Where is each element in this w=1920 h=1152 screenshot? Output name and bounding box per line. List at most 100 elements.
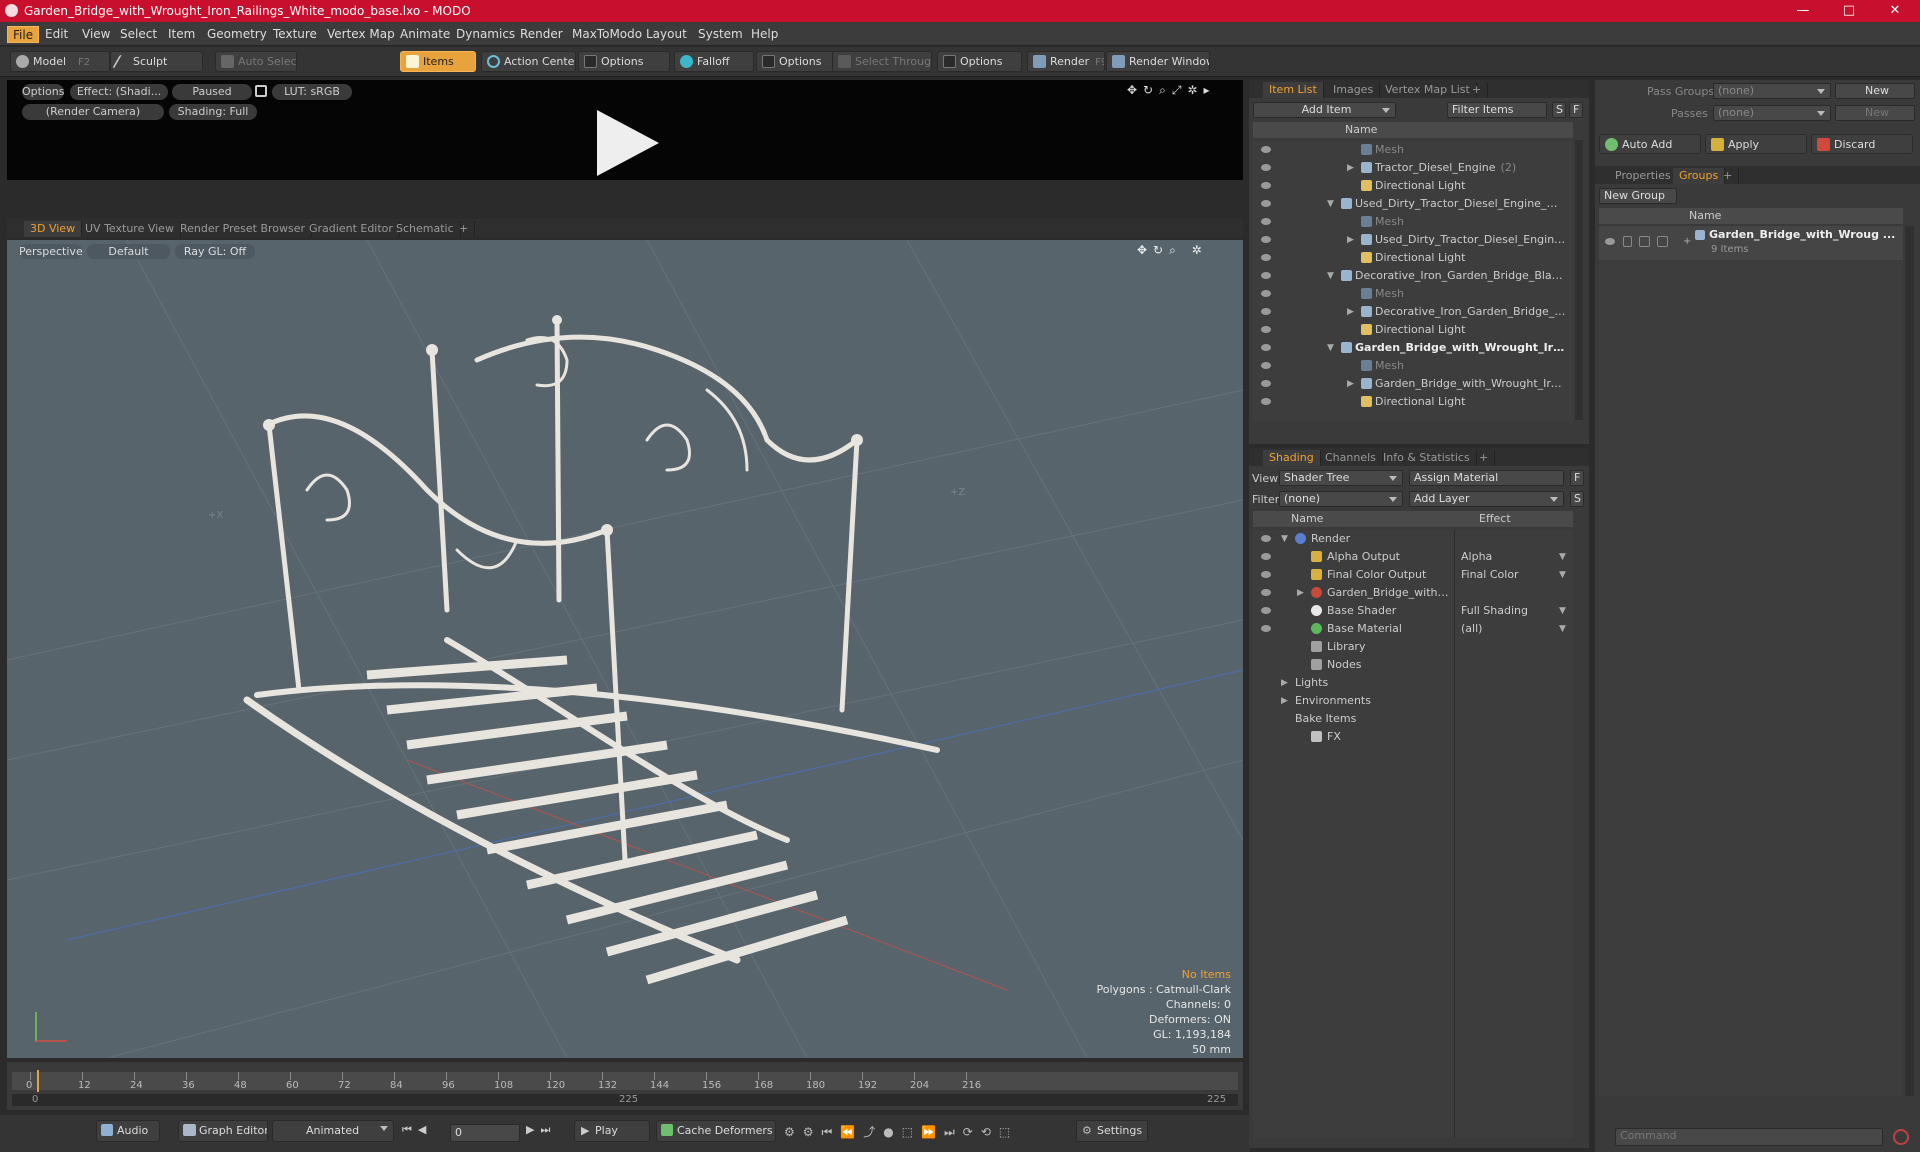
render-button[interactable]: RenderF9 <box>1027 51 1105 72</box>
groups-scrollbar[interactable] <box>1905 226 1914 1096</box>
collapse-arrow-icon[interactable]: ▼ <box>1327 195 1334 213</box>
animated-dropdown[interactable]: Animated <box>272 1120 394 1142</box>
expand-arrow-icon[interactable]: ▶ <box>1297 584 1304 602</box>
item-list-row[interactable]: ▶ Tractor_Diesel_Engine (2) <box>1253 159 1573 177</box>
shading-filter-dropdown[interactable]: (none) <box>1279 491 1403 507</box>
command-input[interactable]: Command <box>1615 1128 1883 1146</box>
shader-tree-row[interactable]: Base Shader Full Shading ▼ <box>1253 602 1573 620</box>
filter-items-input[interactable]: Filter Items <box>1447 102 1547 118</box>
sculpt-mode-button[interactable]: Sculpt <box>110 51 203 72</box>
select-through-button[interactable]: Select Through <box>832 51 932 72</box>
effect-dropdown[interactable]: Alpha <box>1461 548 1557 566</box>
eye-icon[interactable] <box>1261 146 1271 153</box>
render-toggle-icon[interactable] <box>1623 236 1632 247</box>
effect-dropdown[interactable]: (all) <box>1461 620 1557 638</box>
command-record-icon[interactable] <box>1893 1129 1909 1145</box>
shader-tree-row[interactable]: ▼ Render <box>1253 530 1573 548</box>
group-row[interactable]: + Garden_Bridge_with_Wroug ... 9 Items <box>1599 226 1903 260</box>
dropdown-arrow-icon[interactable]: ▼ <box>1559 548 1566 566</box>
add-shading-tab-button[interactable]: + <box>1473 450 1496 466</box>
eye-icon[interactable] <box>1261 200 1271 207</box>
tab-uv-texture-view[interactable]: UV Texture View <box>79 221 181 237</box>
eye-icon[interactable] <box>1261 254 1271 261</box>
passes-dropdown[interactable]: (none) <box>1713 105 1831 121</box>
menu-animate[interactable]: Animate <box>395 26 455 43</box>
menu-file[interactable]: File <box>7 26 40 43</box>
item-list-row[interactable]: Directional Light <box>1253 249 1573 267</box>
add-layer-dropdown[interactable]: Add Layer <box>1409 491 1564 507</box>
menu-view[interactable]: View <box>77 26 115 43</box>
menu-geometry[interactable]: Geometry <box>202 26 272 43</box>
shader-tree-row[interactable]: ▶ Garden_Bridge_with_Wrou... <box>1253 584 1573 602</box>
render-window-button[interactable]: Render Window <box>1106 51 1210 72</box>
eye-icon[interactable] <box>1261 398 1271 405</box>
expand-arrow-icon[interactable]: ▶ <box>1347 375 1354 393</box>
eye-icon[interactable] <box>1261 589 1271 596</box>
menu-edit[interactable]: Edit <box>40 26 73 43</box>
action-center-options-button[interactable]: Options <box>578 51 670 72</box>
tab-vertex-map-list[interactable]: Vertex Map List <box>1379 82 1477 98</box>
preview-effect-dropdown[interactable]: Effect: (Shadi... <box>70 84 168 100</box>
collapse-arrow-icon[interactable]: ▼ <box>1281 530 1288 548</box>
shading-f-button[interactable]: F <box>1570 470 1584 486</box>
cache-deformers-button[interactable]: Cache Deformers <box>656 1120 776 1142</box>
effect-dropdown[interactable]: Final Color <box>1461 566 1557 584</box>
expand-arrow-icon[interactable]: ▶ <box>1347 159 1354 177</box>
add-panel-tab-button[interactable]: + <box>1466 82 1489 98</box>
tab-shading[interactable]: Shading <box>1263 450 1321 466</box>
item-list-row[interactable]: ▶ Decorative_Iron_Garden_Bridge_Blac ... <box>1253 303 1573 321</box>
shader-tree-row[interactable]: ▶ Environments <box>1253 692 1573 710</box>
shader-tree-row[interactable]: Bake Items <box>1253 710 1573 728</box>
menu-maxtomodo[interactable]: MaxToModo <box>567 26 647 43</box>
settings-button[interactable]: ⚙ Settings <box>1076 1120 1148 1142</box>
item-list-row[interactable]: ▶ Used_Dirty_Tractor_Diesel_Engine (2) <box>1253 231 1573 249</box>
eye-icon[interactable] <box>1261 326 1271 333</box>
new-group-button[interactable]: New Group <box>1599 188 1677 204</box>
item-list-row[interactable]: Directional Light <box>1253 321 1573 339</box>
view-perspective-dropdown[interactable]: Perspective <box>19 244 83 259</box>
add-tab-button[interactable]: + <box>453 221 476 237</box>
eye-icon[interactable] <box>1261 182 1271 189</box>
expand-arrow-icon[interactable]: ▶ <box>1281 674 1288 692</box>
tab-schematic[interactable]: Schematic <box>390 221 461 237</box>
eye-icon[interactable] <box>1261 607 1271 614</box>
preview-view-controls[interactable]: ✥↻⌕⤢✲▸ <box>1127 83 1237 97</box>
dropdown-arrow-icon[interactable]: ▼ <box>1559 602 1566 620</box>
eye-icon[interactable] <box>1261 535 1271 542</box>
tab-images[interactable]: Images <box>1327 82 1381 98</box>
menu-help[interactable]: Help <box>746 26 783 43</box>
collapse-arrow-icon[interactable]: ▼ <box>1327 267 1334 285</box>
eye-icon[interactable] <box>1261 308 1271 315</box>
step-forward-controls[interactable]: ▶⏭ <box>526 1123 568 1139</box>
eye-icon[interactable] <box>1261 164 1271 171</box>
tab-channels[interactable]: Channels <box>1319 450 1383 466</box>
item-list-f-button[interactable]: F <box>1569 102 1583 118</box>
timeline[interactable]: 0 12 24 36 48 60 72 84 96 108 120 132 144 156 168 180 19… <box>7 1062 1243 1110</box>
tab-3d-view[interactable]: 3D View <box>24 221 83 237</box>
add-item-dropdown[interactable]: Add Item <box>1253 102 1396 118</box>
eye-icon[interactable] <box>1261 344 1271 351</box>
menu-render[interactable]: Render <box>515 26 568 43</box>
play-icon[interactable] <box>597 110 659 176</box>
falloff-options-button[interactable]: Options <box>756 51 838 72</box>
model-mode-button[interactable]: Model F2 <box>10 51 110 72</box>
item-list-row[interactable]: ▼ Garden_Bridge_with_Wrought_Iro... <box>1253 339 1573 357</box>
lock-checkbox[interactable] <box>1639 236 1650 247</box>
item-list-row[interactable]: Directional Light <box>1253 393 1573 411</box>
item-list-scrollbar[interactable] <box>1575 140 1583 420</box>
item-list-row[interactable]: Directional Light <box>1253 177 1573 195</box>
eye-icon[interactable] <box>1261 362 1271 369</box>
preview-paused-button[interactable]: Paused <box>172 84 252 100</box>
eye-icon[interactable] <box>1261 553 1271 560</box>
item-list-row[interactable]: ▼ Used_Dirty_Tractor_Diesel_Engine_mod ..… <box>1253 195 1573 213</box>
dropdown-arrow-icon[interactable]: ▼ <box>1559 566 1566 584</box>
raygl-toggle[interactable]: Ray GL: Off <box>175 244 255 259</box>
preview-shading-dropdown[interactable]: Shading: Full <box>169 104 257 120</box>
keyframe-controls[interactable]: ⚙⚙⏮⏪⤴●⬚⏩⏭⟳⟲⬚ <box>784 1123 1074 1141</box>
collapse-arrow-icon[interactable]: ▼ <box>1327 339 1334 357</box>
eye-icon[interactable] <box>1261 218 1271 225</box>
menu-select[interactable]: Select <box>115 26 162 43</box>
expand-icon[interactable]: + <box>1683 236 1691 247</box>
play-button[interactable]: ▶ Play <box>574 1120 650 1142</box>
step-back-controls[interactable]: ⏮◀ <box>402 1123 452 1139</box>
